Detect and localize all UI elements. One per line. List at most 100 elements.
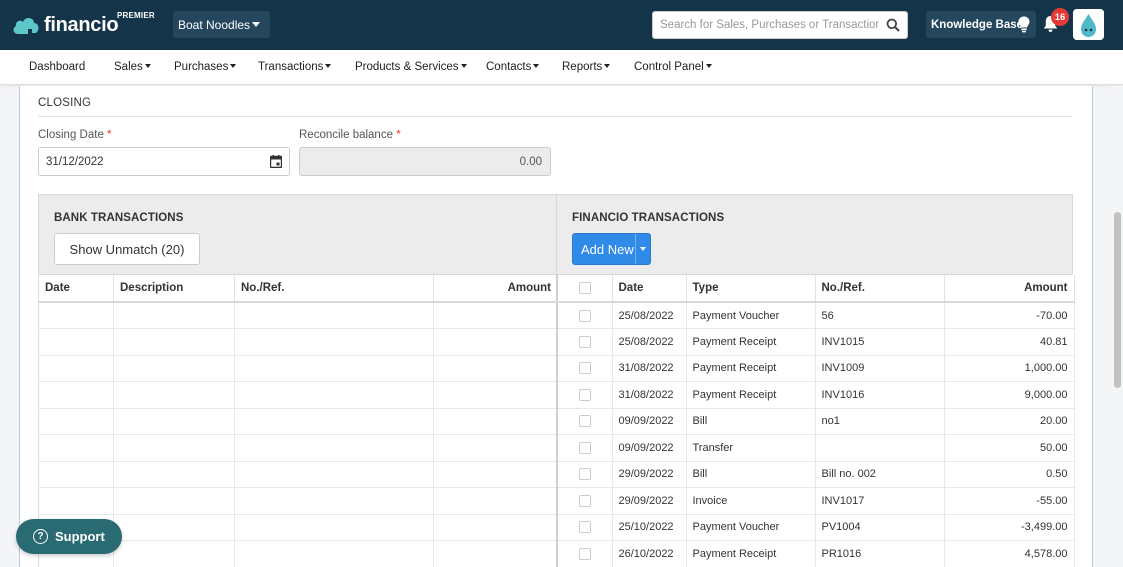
cell-ref: INV1009 [815, 355, 945, 382]
cell-ref [234, 461, 434, 488]
closing-section-title: CLOSING [38, 97, 92, 109]
closing-date-input[interactable] [38, 147, 290, 176]
table-row[interactable]: 25/10/2022 Payment Voucher PV1004 -3,499.00 [557, 514, 1075, 541]
cell-ref [234, 381, 434, 409]
row-select-cell [557, 355, 613, 382]
nav-dashboard[interactable]: Dashboard [29, 61, 85, 73]
table-row[interactable]: 09/09/2022 Transfer 50.00 [557, 434, 1075, 462]
cell-ref [815, 434, 945, 462]
split-divider [635, 234, 636, 264]
avatar[interactable] [1073, 9, 1104, 40]
row-select-cell [557, 302, 613, 329]
column-header-date[interactable]: Date [38, 275, 114, 303]
table-row [38, 302, 558, 329]
nav-control-panel[interactable]: Control Panel [634, 61, 712, 73]
lightbulb-icon [1018, 16, 1030, 33]
cell-amount: 20.00 [944, 408, 1075, 435]
row-checkbox[interactable] [578, 547, 591, 560]
cell-date: 31/08/2022 [612, 381, 687, 409]
cell-amount: 4,578.00 [944, 540, 1075, 567]
column-header-amount[interactable]: Amount [944, 275, 1075, 303]
company-selector[interactable]: Boat Noodles [173, 11, 270, 38]
nav-contacts[interactable]: Contacts [486, 61, 540, 73]
nav-transactions[interactable]: Transactions [258, 61, 332, 73]
table-row[interactable]: 25/08/2022 Payment Voucher 56 -70.00 [557, 302, 1075, 329]
cell-date: 09/09/2022 [612, 434, 687, 462]
cell-amount: 40.81 [944, 328, 1075, 356]
row-checkbox[interactable] [578, 335, 591, 348]
row-checkbox[interactable] [578, 521, 591, 534]
cell-date [38, 302, 114, 329]
table-row[interactable]: 29/09/2022 Invoice INV1017 -55.00 [557, 487, 1075, 515]
nav-purchases[interactable]: Purchases [174, 61, 237, 73]
nav-sales[interactable]: Sales [114, 61, 151, 73]
cell-ref: PR1016 [815, 540, 945, 567]
cell-ref: INV1016 [815, 381, 945, 409]
tier-label: PREMIER [117, 11, 155, 20]
row-checkbox[interactable] [578, 388, 591, 401]
row-select-cell [557, 540, 613, 567]
cell-ref [234, 408, 434, 435]
caret-down-icon [325, 63, 332, 68]
column-header-ref[interactable]: No./Ref. [815, 275, 945, 303]
row-checkbox[interactable] [578, 494, 591, 507]
row-select-cell [557, 514, 613, 541]
nav-reports[interactable]: Reports [562, 61, 611, 73]
section-divider [38, 116, 1072, 117]
chevron-down-icon [252, 22, 260, 27]
search-icon[interactable] [886, 18, 900, 32]
cell-ref: PV1004 [815, 514, 945, 541]
row-select-cell [557, 461, 613, 488]
cell-amount [433, 487, 558, 515]
row-checkbox[interactable] [578, 362, 591, 375]
search-input[interactable] [653, 12, 879, 38]
cell-date: 31/08/2022 [612, 355, 687, 382]
column-header-date[interactable]: Date [612, 275, 687, 303]
cell-type: Payment Receipt [686, 540, 816, 567]
cell-date: 29/09/2022 [612, 487, 687, 515]
cell-type: Transfer [686, 434, 816, 462]
column-header-type[interactable]: Type [686, 275, 816, 303]
cell-description [113, 302, 235, 329]
cell-type: Payment Voucher [686, 514, 816, 541]
cell-description [113, 408, 235, 435]
cell-ref: 56 [815, 302, 945, 329]
table-row[interactable]: 31/08/2022 Payment Receipt INV1009 1,000.00 [557, 355, 1075, 382]
show-unmatch-button[interactable]: Show Unmatch (20) [54, 233, 200, 265]
nav-transactions-label: Transactions [258, 61, 324, 73]
column-header-description[interactable]: Description [113, 275, 235, 303]
cell-description [113, 540, 235, 567]
row-select-cell [557, 328, 613, 356]
cell-ref [234, 355, 434, 382]
table-row[interactable]: 09/09/2022 Bill no1 20.00 [557, 408, 1075, 435]
knowledge-base-button[interactable]: Knowledge Base [926, 11, 1036, 38]
calendar-icon[interactable] [270, 155, 282, 168]
table-row[interactable]: 26/10/2022 Payment Receipt PR1016 4,578.00 [557, 540, 1075, 567]
company-name: Boat Noodles [178, 17, 251, 32]
table-row[interactable]: 31/08/2022 Payment Receipt INV1016 9,000.00 [557, 381, 1075, 409]
column-header-amount[interactable]: Amount [433, 275, 558, 303]
cell-amount [433, 355, 558, 382]
caret-down-icon[interactable] [640, 247, 646, 251]
select-all-checkbox[interactable] [578, 281, 591, 294]
add-new-button[interactable]: Add New [572, 233, 651, 265]
row-checkbox[interactable] [578, 468, 591, 481]
nav-products-services[interactable]: Products & Services [355, 61, 467, 73]
row-checkbox[interactable] [578, 309, 591, 322]
cell-description [113, 434, 235, 462]
cell-date: 25/08/2022 [612, 328, 687, 356]
cell-amount: 1,000.00 [944, 355, 1075, 382]
cell-ref: Bill no. 002 [815, 461, 945, 488]
row-checkbox[interactable] [578, 415, 591, 428]
cell-type: Bill [686, 461, 816, 488]
column-header-ref[interactable]: No./Ref. [234, 275, 434, 303]
scrollbar-thumb[interactable] [1114, 212, 1121, 388]
cell-amount [433, 434, 558, 462]
row-checkbox[interactable] [578, 441, 591, 454]
nav-contacts-label: Contacts [486, 61, 532, 73]
financio-logo[interactable]: financio [12, 12, 119, 38]
cell-type: Invoice [686, 487, 816, 515]
support-button[interactable]: ? Support [16, 519, 122, 554]
table-row[interactable]: 29/09/2022 Bill Bill no. 002 0.50 [557, 461, 1075, 488]
table-row[interactable]: 25/08/2022 Payment Receipt INV1015 40.81 [557, 328, 1075, 356]
